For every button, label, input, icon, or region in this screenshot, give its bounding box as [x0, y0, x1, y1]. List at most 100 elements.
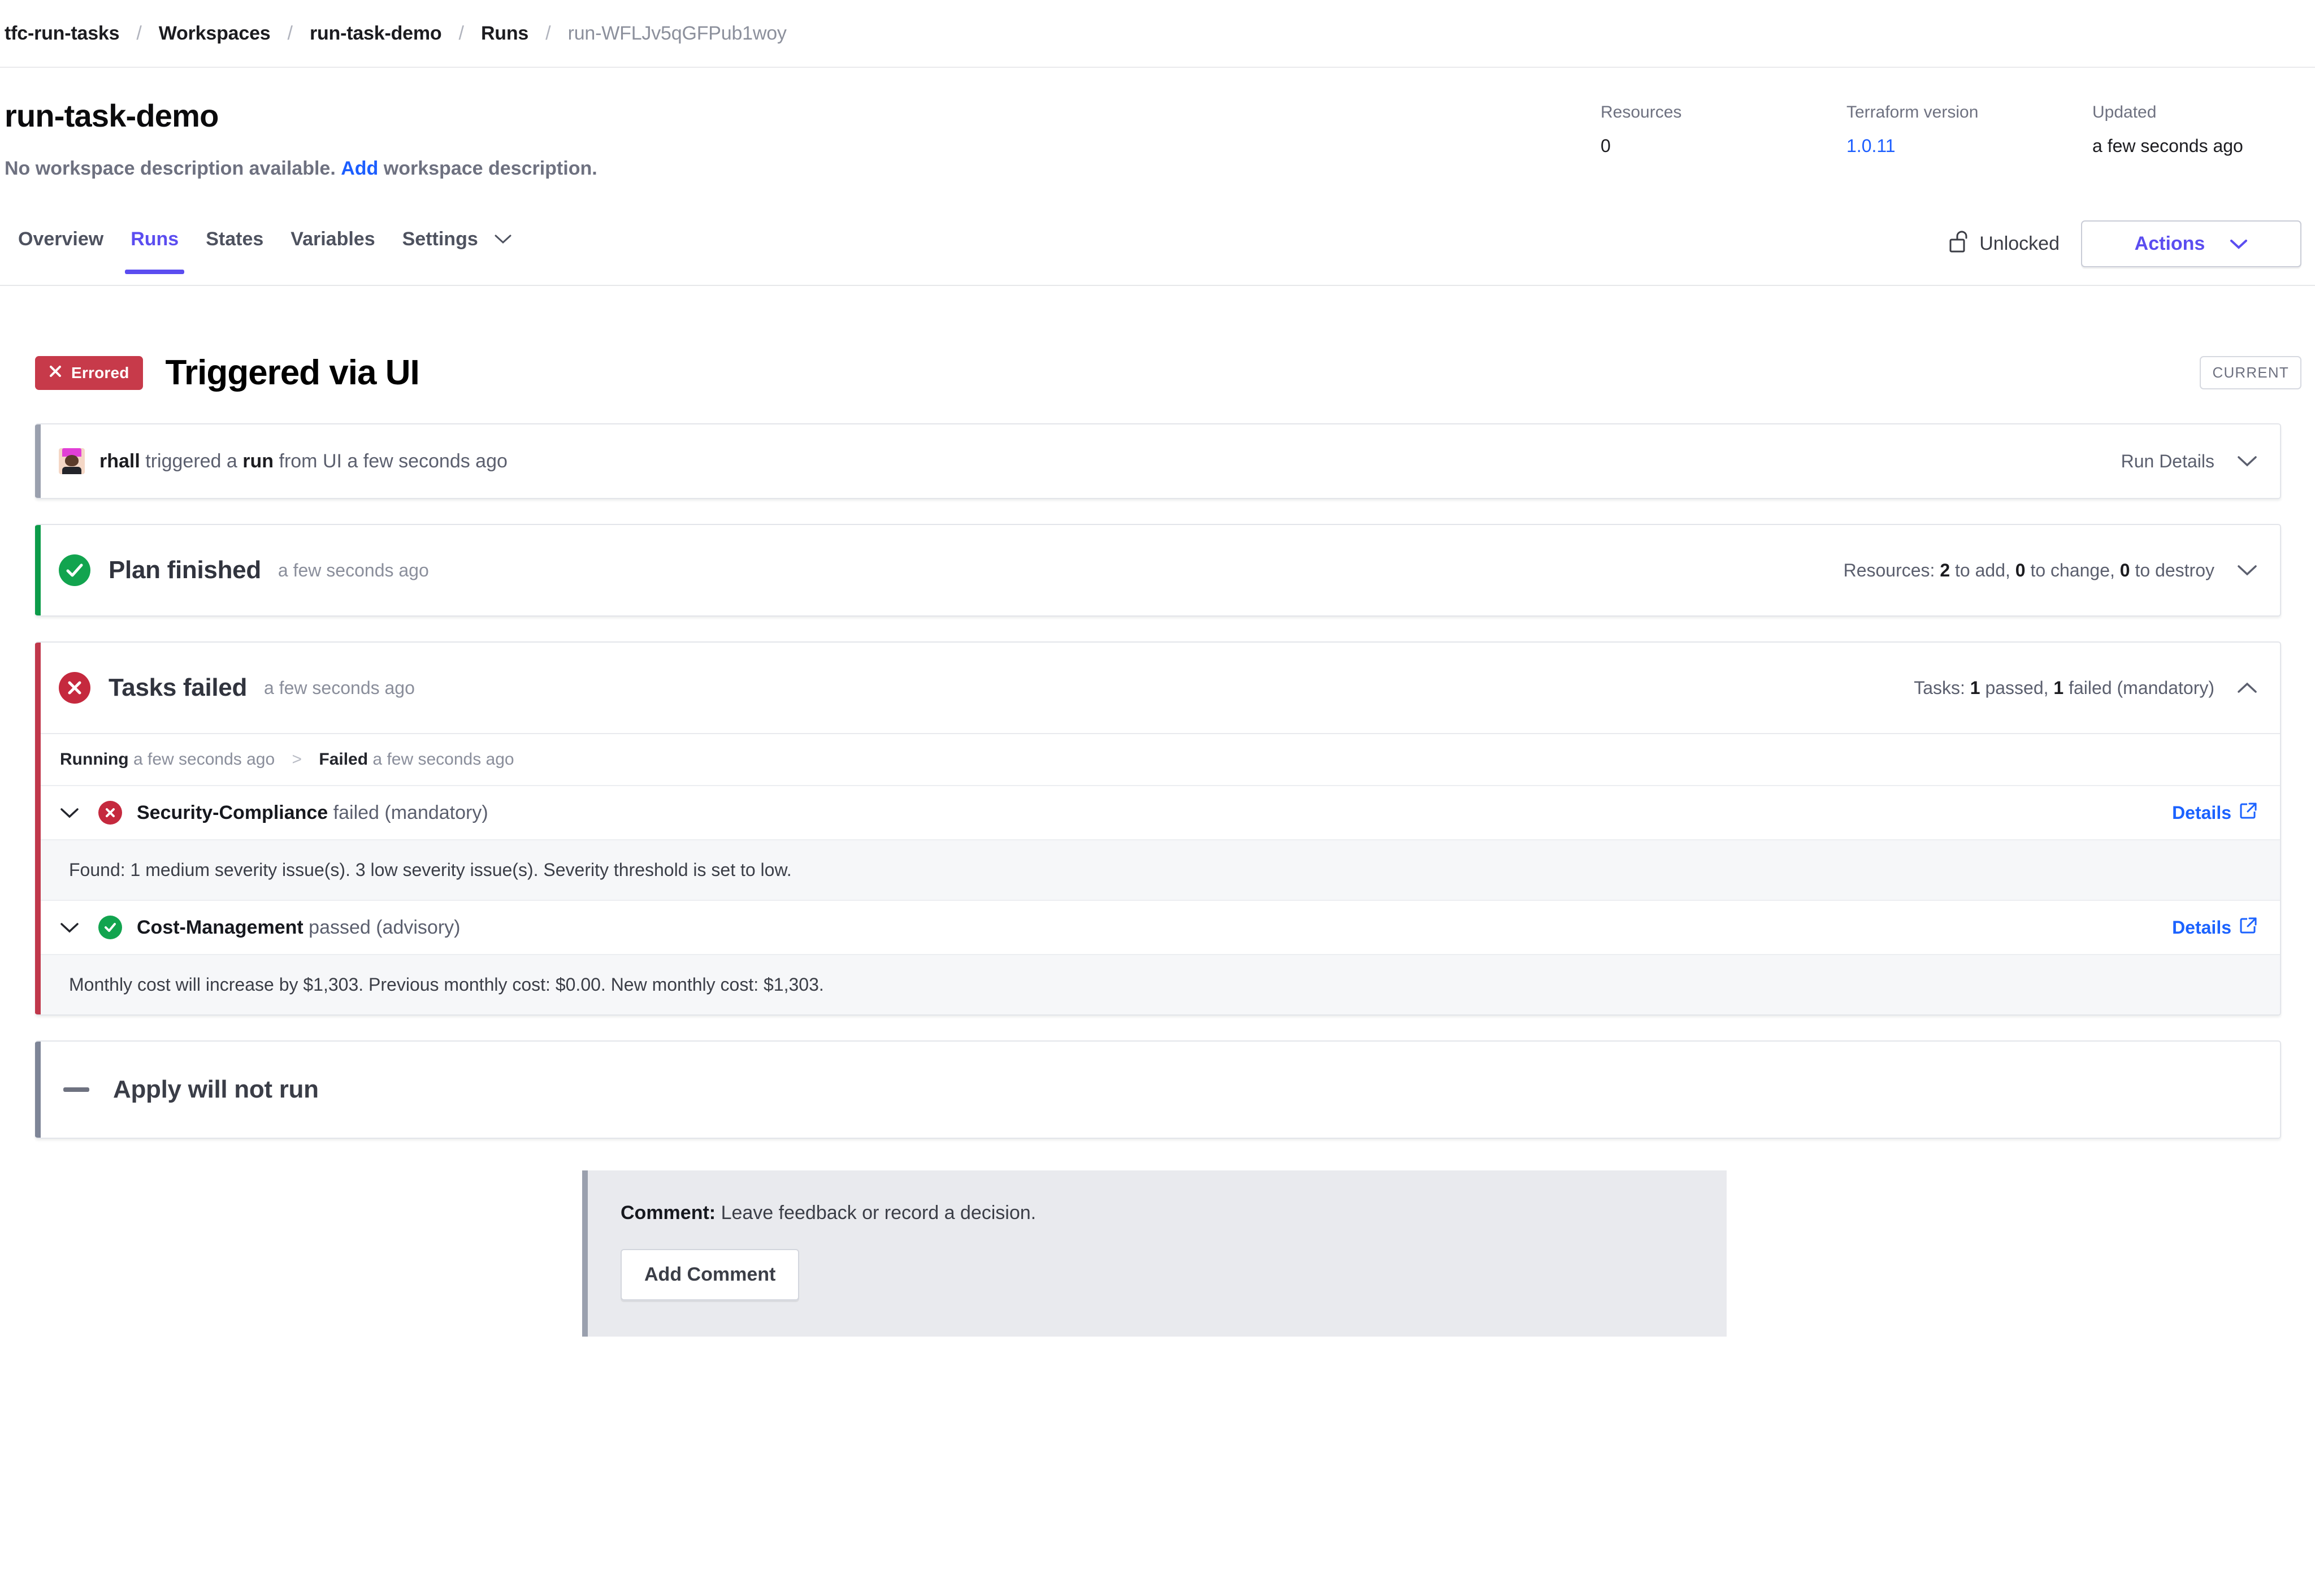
tasks-failed-label: failed (mandatory) [2069, 677, 2214, 698]
apply-card-title: Apply will not run [113, 1075, 319, 1103]
add-description-link[interactable]: Add [341, 158, 378, 179]
breadcrumb-item-org[interactable]: tfc-run-tasks [5, 23, 120, 45]
comment-placeholder-text: Leave feedback or record a decision. [721, 1202, 1037, 1224]
meta-updated: Updated a few seconds ago [2092, 103, 2301, 157]
workspace-header: run-task-demo No workspace description a… [0, 68, 2315, 180]
breadcrumb-item-workspaces[interactable]: Workspaces [159, 23, 271, 45]
tasks-timeline-separator: > [292, 750, 302, 769]
plan-add-label: to add, [1955, 560, 2010, 580]
tasks-failed-count: 1 [2053, 677, 2064, 698]
run-details-label: Run Details [2121, 450, 2214, 471]
tasks-summary-prefix: Tasks: [1914, 677, 1965, 698]
tasks-timeline-running-time: a few seconds ago [133, 750, 275, 769]
trigger-card-right[interactable]: Run Details [2121, 451, 2257, 472]
minus-icon [63, 1087, 89, 1092]
plan-destroy-count: 0 [2119, 560, 2130, 580]
breadcrumb-item-runs[interactable]: Runs [481, 23, 528, 45]
run-header: Errored Triggered via UI CURRENT [0, 353, 2315, 393]
task-details-link[interactable]: Details [2172, 801, 2257, 824]
chevron-down-icon[interactable] [2237, 455, 2257, 467]
apply-card-row: Apply will not run [35, 1042, 2280, 1138]
breadcrumb-item-workspace[interactable]: run-task-demo [310, 23, 442, 45]
unlock-icon [1949, 229, 1970, 259]
status-badge-label: Errored [71, 363, 129, 381]
workspace-description-text: No workspace description available. [5, 158, 336, 179]
plan-summary-prefix: Resources: [1843, 560, 1935, 580]
plan-card: Plan finished a few seconds ago Resource… [35, 524, 2281, 617]
tasks-timeline-running-label: Running [60, 750, 129, 769]
run-title: Triggered via UI [165, 353, 420, 392]
tasks-card-title: Tasks failed [109, 674, 248, 701]
chevron-down-icon[interactable] [2237, 564, 2257, 576]
plan-card-title: Plan finished [109, 556, 261, 584]
chevron-down-icon [495, 227, 511, 249]
chevron-down-icon [2230, 233, 2248, 255]
trigger-text-2: from UI a few seconds ago [279, 450, 508, 472]
meta-resources-value: 0 [1601, 136, 1611, 156]
meta-terraform-version: Terraform version 1.0.11 [1846, 103, 2092, 157]
plan-card-right[interactable]: Resources: 2 to add, 0 to change, 0 to d… [1844, 560, 2257, 581]
task-status-text: passed (advisory) [309, 916, 461, 938]
breadcrumb-separator: / [545, 22, 551, 44]
tasks-card-right[interactable]: Tasks: 1 passed, 1 failed (mandatory) [1914, 678, 2257, 699]
breadcrumb: tfc-run-tasks / Workspaces / run-task-de… [0, 0, 2315, 68]
meta-resources-label: Resources [1601, 103, 1682, 122]
tasks-timeline-failed-label: Failed [319, 750, 369, 769]
check-circle-icon [98, 916, 122, 939]
plan-resource-summary: Resources: 2 to add, 0 to change, 0 to d… [1844, 560, 2214, 581]
tasks-timeline-failed-time: a few seconds ago [372, 750, 514, 769]
workspace-header-left: run-task-demo No workspace description a… [5, 97, 1601, 180]
chevron-up-icon[interactable] [2237, 682, 2257, 694]
task-message: Found: 1 medium severity issue(s). 3 low… [35, 839, 2280, 900]
task-name: Cost-Management [137, 916, 304, 938]
check-circle-icon [59, 554, 90, 586]
external-link-icon [2239, 801, 2257, 824]
task-label: Security-Compliance failed (mandatory) [137, 802, 488, 824]
tab-overview[interactable]: Overview [5, 218, 117, 274]
page-title: run-task-demo [5, 98, 219, 133]
task-message: Monthly cost will increase by $1,303. Pr… [35, 954, 2280, 1014]
tab-variables[interactable]: Variables [277, 218, 388, 274]
tab-settings[interactable]: Settings [389, 218, 526, 274]
task-row[interactable]: Cost-Management passed (advisory) Detail… [35, 900, 2280, 954]
workspace-tabbar: Overview Runs States Variables Settings [0, 218, 2315, 286]
tab-overview-label: Overview [18, 228, 104, 250]
task-row[interactable]: Security-Compliance failed (mandatory) D… [35, 785, 2280, 839]
error-circle-icon [59, 672, 90, 704]
error-circle-icon [98, 801, 122, 825]
tab-states-label: States [206, 228, 264, 250]
task-details-link[interactable]: Details [2172, 916, 2257, 939]
tab-runs[interactable]: Runs [117, 218, 192, 274]
plan-card-time: a few seconds ago [278, 560, 429, 580]
lock-status[interactable]: Unlocked [1949, 229, 2060, 259]
plan-card-row: Plan finished a few seconds ago Resource… [35, 525, 2280, 615]
meta-terraform-version-value[interactable]: 1.0.11 [1846, 136, 2092, 157]
plan-change-count: 0 [2015, 560, 2026, 580]
tab-list: Overview Runs States Variables Settings [5, 218, 525, 274]
task-status-text: failed (mandatory) [333, 801, 488, 823]
actions-button[interactable]: Actions [2081, 220, 2301, 267]
tab-settings-label: Settings [402, 228, 478, 250]
breadcrumb-separator: / [287, 22, 293, 44]
task-label: Cost-Management passed (advisory) [137, 917, 461, 939]
workspace-description-suffix: workspace description. [383, 158, 597, 179]
add-comment-button[interactable]: Add Comment [621, 1249, 800, 1300]
avatar [59, 448, 85, 474]
close-icon [49, 364, 62, 382]
workspace-meta: Resources 0 Terraform version 1.0.11 Upd… [1601, 97, 2315, 157]
tasks-timeline: Running a few seconds ago > Failed a few… [35, 733, 2280, 785]
plan-add-count: 2 [1940, 560, 1950, 580]
comment-label: Comment: [621, 1202, 716, 1224]
trigger-card-text: rhall triggered a run from UI a few seco… [99, 450, 508, 472]
tab-variables-label: Variables [291, 228, 375, 250]
external-link-icon [2239, 916, 2257, 939]
comment-box: Comment: Leave feedback or record a deci… [582, 1170, 1727, 1337]
meta-updated-label: Updated [2092, 103, 2157, 122]
tab-states[interactable]: States [192, 218, 277, 274]
plan-destroy-label: to destroy [2135, 560, 2214, 580]
tasks-summary: Tasks: 1 passed, 1 failed (mandatory) [1914, 678, 2214, 699]
tasks-card-row: Tasks failed a few seconds ago Tasks: 1 … [35, 643, 2280, 733]
chevron-down-icon[interactable] [60, 807, 79, 818]
chevron-down-icon[interactable] [60, 922, 79, 933]
meta-updated-value: a few seconds ago [2092, 136, 2243, 156]
